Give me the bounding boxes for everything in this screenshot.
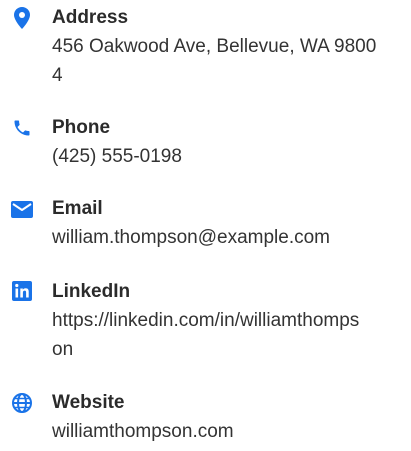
address-value: 456 Oakwood Ave, Bellevue, WA 98004 (52, 36, 377, 86)
location-pin-icon (10, 6, 34, 30)
phone-icon (10, 116, 34, 140)
contact-text-website: Website williamthompson.com (52, 389, 402, 446)
address-label: Address (52, 7, 129, 28)
email-value[interactable]: william.thompson@example.com (52, 223, 402, 252)
contact-text-phone: Phone (425) 555-0198 (52, 114, 402, 171)
globe-icon (10, 391, 34, 415)
envelope-icon (10, 197, 34, 221)
phone-value[interactable]: (425) 555-0198 (52, 142, 402, 171)
contact-text-email: Email william.thompson@example.com (52, 195, 402, 252)
contact-list: Address 456 Oakwood Ave, Bellevue, WA 98… (0, 0, 411, 451)
website-value[interactable]: williamthompson.com (52, 417, 402, 446)
linkedin-icon (10, 279, 34, 303)
contact-text-address: Address 456 Oakwood Ave, Bellevue, WA 98… (52, 4, 402, 90)
linkedin-value[interactable]: https://linkedin.com/in/williamthompson (52, 306, 367, 364)
phone-label: Phone (52, 117, 111, 138)
linkedin-label: LinkedIn (52, 281, 131, 302)
website-label: Website (52, 392, 125, 413)
contact-text-linkedin: LinkedIn https://linkedin.com/in/william… (52, 278, 402, 364)
email-label: Email (52, 198, 103, 219)
